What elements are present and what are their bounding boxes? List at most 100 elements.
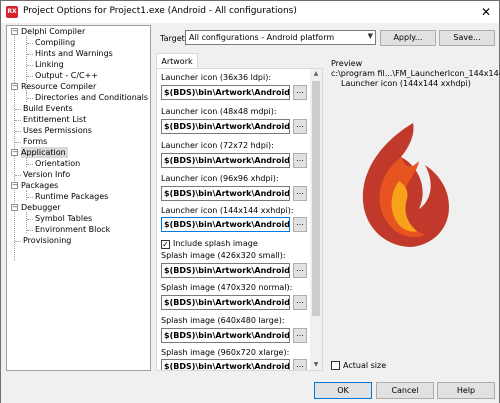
tree-item-compiling[interactable]: Compiling [35, 37, 75, 48]
browse-button[interactable]: ... [293, 295, 307, 310]
target-combo-value: All configurations - Android platform [189, 33, 335, 42]
field-label: Launcher icon (48x48 mdpi): [161, 107, 277, 116]
launcher-icon-48-input[interactable]: $(BDS)\bin\Artwork\Android\FM_ [161, 119, 290, 134]
browse-button[interactable]: ... [293, 186, 307, 201]
options-tree[interactable]: − Delphi Compiler Compiling Hints and Wa… [6, 25, 151, 371]
include-splash-checkbox[interactable]: ✓ [161, 240, 170, 249]
tree-item-delphi-compiler[interactable]: Delphi Compiler [21, 26, 85, 37]
expand-toggle-application[interactable]: − [11, 149, 18, 156]
scroll-up-icon[interactable]: ▲ [310, 70, 322, 77]
tree-item-version-info[interactable]: Version Info [23, 169, 70, 180]
field-label: Launcher icon (96x96 xhdpi): [161, 174, 279, 183]
browse-button[interactable]: ... [293, 217, 307, 232]
help-button[interactable]: Help [437, 382, 495, 399]
cancel-button[interactable]: Cancel [376, 382, 434, 399]
scrollbar-thumb[interactable] [312, 81, 320, 316]
tree-line [15, 109, 21, 110]
splash-xlarge-input[interactable]: $(BDS)\bin\Artwork\Android\FM_ [161, 359, 290, 370]
tree-item-resource-compiler[interactable]: Resource Compiler [21, 81, 96, 92]
apply-button[interactable]: Apply... [380, 30, 436, 46]
expand-toggle-resource-compiler[interactable]: − [11, 83, 18, 90]
target-combo[interactable]: All configurations - Android platform ▼ [185, 30, 376, 45]
expand-toggle-debugger[interactable]: − [11, 204, 18, 211]
tree-item-forms[interactable]: Forms [23, 136, 47, 147]
tree-item-hints-and-warnings[interactable]: Hints and Warnings [35, 48, 113, 59]
tree-line [15, 241, 21, 242]
vertical-scrollbar[interactable]: ▲ ▼ [310, 69, 322, 370]
tree-item-application[interactable]: Application [21, 147, 68, 158]
actual-size-checkbox[interactable] [331, 361, 340, 370]
splash-normal-input[interactable]: $(BDS)\bin\Artwork\Android\FM_ [161, 295, 290, 310]
tree-line [27, 164, 33, 165]
tree-line [27, 65, 33, 66]
window-title: Project Options for Project1.exe (Androi… [23, 6, 297, 16]
preview-title: Preview [331, 59, 363, 68]
scroll-down-icon[interactable]: ▼ [310, 361, 322, 368]
project-options-window: RX Project Options for Project1.exe (And… [0, 0, 500, 403]
flame-logo-icon [362, 123, 449, 247]
tree-line [27, 43, 33, 44]
tree-line [26, 157, 27, 167]
browse-button[interactable]: ... [293, 85, 307, 100]
close-button[interactable]: ✕ [477, 3, 495, 21]
tree-line [27, 98, 33, 99]
tree-item-orientation[interactable]: Orientation [35, 158, 80, 169]
target-label: Target: [160, 34, 188, 43]
tree-line [15, 131, 21, 132]
tree-line [27, 197, 33, 198]
expand-toggle-delphi-compiler[interactable]: − [11, 28, 18, 35]
browse-button[interactable]: ... [293, 359, 307, 370]
tab-artwork[interactable]: Artwork [156, 53, 198, 69]
field-label: Splash image (640x480 large): [161, 316, 285, 325]
tree-line [15, 120, 21, 121]
save-button[interactable]: Save... [439, 30, 495, 46]
tree-item-environment-block[interactable]: Environment Block [35, 224, 110, 235]
preview-caption: Launcher icon (144x144 xxhdpi) [341, 79, 471, 88]
tree-item-uses-permissions[interactable]: Uses Permissions [23, 125, 92, 136]
launcher-icon-144-input[interactable]: $(BDS)\bin\Artwork\Android\FM_ [161, 217, 290, 232]
browse-button[interactable]: ... [293, 328, 307, 343]
tree-line [26, 92, 27, 102]
field-label: Splash image (426x320 small): [161, 251, 286, 260]
actual-size-label: Actual size [343, 361, 387, 370]
field-label: Splash image (960x720 xlarge): [161, 348, 290, 357]
launcher-icon-36-input[interactable]: $(BDS)\bin\Artwork\Android\FM_ [161, 85, 290, 100]
tree-line [15, 142, 21, 143]
tree-item-symbol-tables[interactable]: Symbol Tables [35, 213, 92, 224]
tree-line [27, 76, 33, 77]
tree-line [27, 54, 33, 55]
dialog-footer: OK Cancel Help [1, 377, 499, 403]
browse-button[interactable]: ... [293, 153, 307, 168]
field-label: Launcher icon (144x144 xxhdpi): [161, 206, 294, 215]
field-label: Splash image (470x320 normal): [161, 283, 293, 292]
tree-item-directories-and-conditionals[interactable]: Directories and Conditionals [35, 92, 148, 103]
include-splash-label: Include splash image [173, 239, 258, 248]
tree-item-linking[interactable]: Linking [35, 59, 64, 70]
splash-large-input[interactable]: $(BDS)\bin\Artwork\Android\FM_ [161, 328, 290, 343]
field-label: Launcher icon (72x72 hdpi): [161, 141, 274, 150]
tree-item-debugger[interactable]: Debugger [21, 202, 61, 213]
tree-item-entitlement-list[interactable]: Entitlement List [23, 114, 86, 125]
tree-line [15, 175, 21, 176]
expand-toggle-packages[interactable]: − [11, 182, 18, 189]
tree-line [26, 190, 27, 200]
launcher-icon-72-input[interactable]: $(BDS)\bin\Artwork\Android\FM_ [161, 153, 290, 168]
tree-item-output[interactable]: Output - C/C++ [35, 70, 98, 81]
tree-item-build-events[interactable]: Build Events [23, 103, 73, 114]
browse-button[interactable]: ... [293, 119, 307, 134]
tree-line [27, 219, 33, 220]
launcher-icon-96-input[interactable]: $(BDS)\bin\Artwork\Android\FM_ [161, 186, 290, 201]
tree-line [27, 230, 33, 231]
artwork-tab-page: Launcher icon (36x36 ldpi): $(BDS)\bin\A… [156, 68, 323, 371]
ok-button[interactable]: OK [314, 382, 372, 399]
app-icon: RX [6, 6, 18, 18]
chevron-down-icon: ▼ [367, 32, 373, 40]
tree-item-packages[interactable]: Packages [21, 180, 58, 191]
splash-small-input[interactable]: $(BDS)\bin\Artwork\Android\FM_ [161, 263, 290, 278]
tree-item-runtime-packages[interactable]: Runtime Packages [35, 191, 108, 202]
tree-item-provisioning[interactable]: Provisioning [23, 235, 71, 246]
browse-button[interactable]: ... [293, 263, 307, 278]
preview-path: c:\program fil...\FM_LauncherIcon_144x14… [331, 69, 500, 78]
field-label: Launcher icon (36x36 ldpi): [161, 73, 272, 82]
title-bar: RX Project Options for Project1.exe (And… [1, 1, 499, 23]
